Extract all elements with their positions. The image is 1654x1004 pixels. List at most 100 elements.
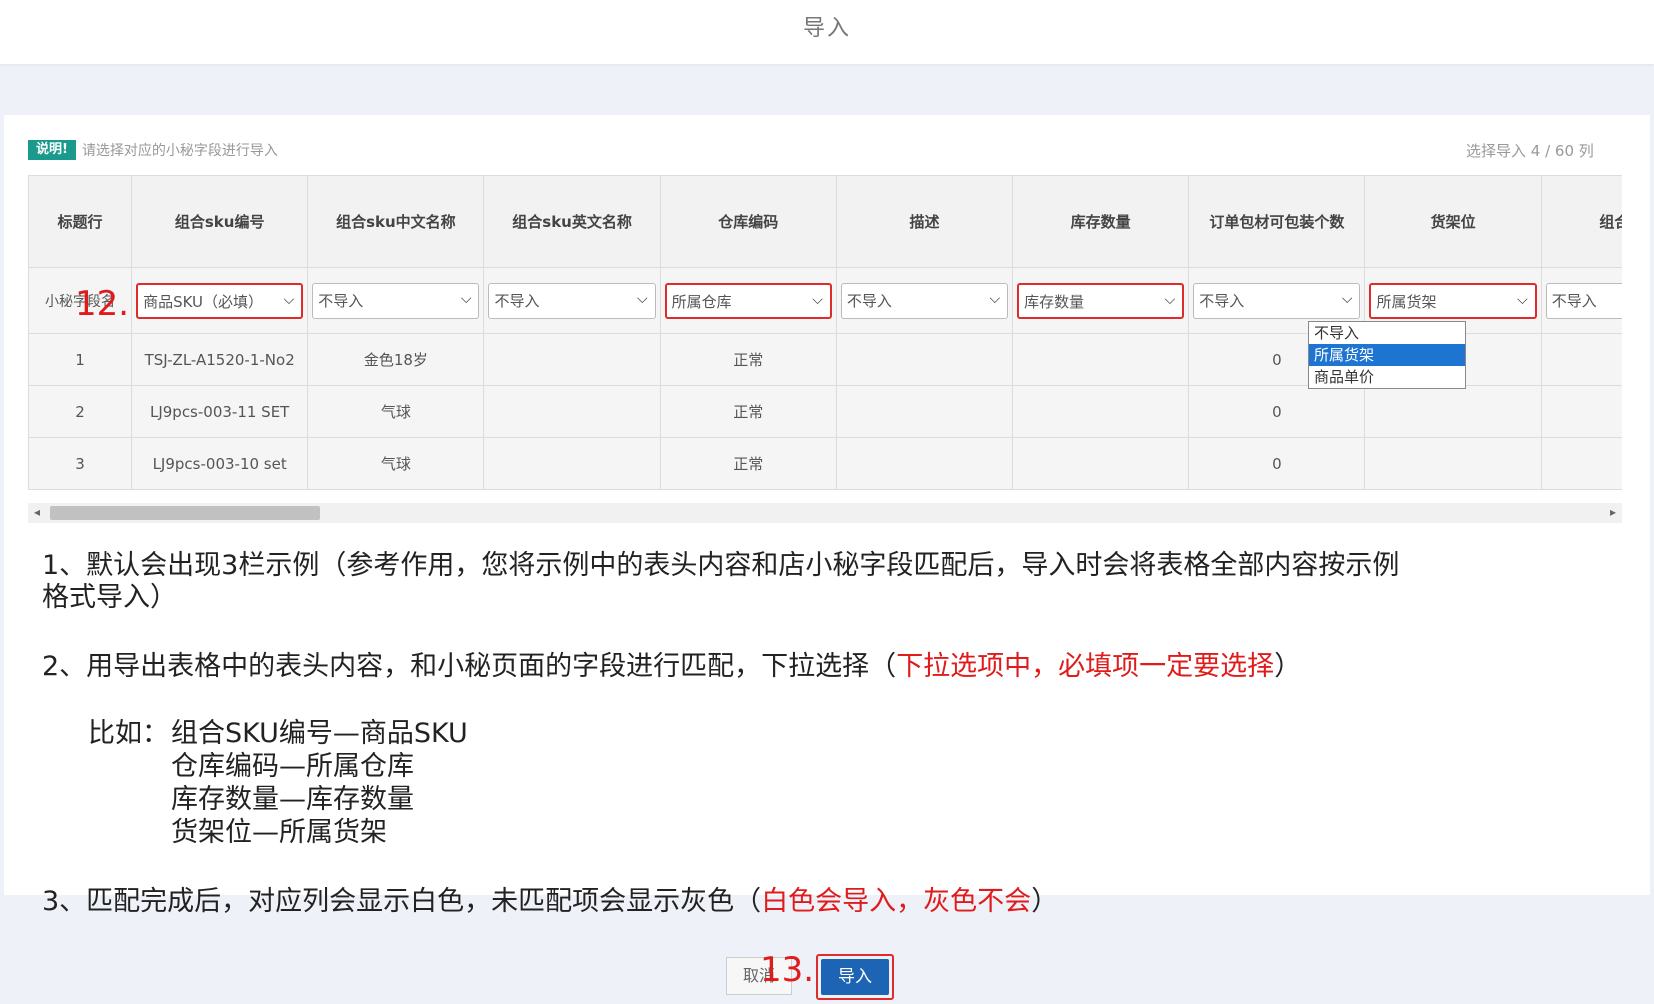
shelf-dropdown-menu: 不导入 所属货架 商品单价	[1308, 321, 1466, 389]
instruction-2-text: 2、用导出表格中的表头内容，和小秘页面的字段进行匹配，下拉选择（	[42, 651, 897, 682]
header-cell: 货架位	[1364, 175, 1542, 268]
table-cell	[835, 437, 1014, 490]
chevron-down-icon: ⌵	[1164, 291, 1176, 308]
chevron-down-icon: ⌵	[1517, 291, 1528, 308]
header-cell: 组合sku英文名称	[483, 175, 661, 268]
instruction-2: 2、用导出表格中的表头内容，和小秘页面的字段进行匹配，下拉选择（下拉选项中，必填…	[42, 651, 1301, 683]
table-cell: 0	[1188, 437, 1366, 490]
step-12-label: 12.	[75, 284, 130, 324]
header-cell: 组合成本	[1540, 175, 1622, 268]
table-row: 3 LJ9pcs-003-10 set 气球 正常 0 0	[28, 437, 1622, 490]
shelf-field-select[interactable]: 所属货架 ⌵	[1369, 282, 1537, 319]
stock-field-select[interactable]: 库存数量 ⌵	[1017, 282, 1185, 319]
table-cell	[483, 333, 661, 386]
warehouse-field-select[interactable]: 所属仓库 ⌵	[664, 282, 832, 319]
description-field-cell: 不导入 ⌵	[835, 267, 1014, 334]
instruction-3: 3、匹配完成后，对应列会显示白色，未匹配项会显示灰色（白色会导入，灰色不会）	[42, 886, 1058, 918]
chevron-down-icon: ⌵	[460, 290, 472, 307]
example-item: 仓库编码—所属仓库	[171, 751, 414, 782]
select-value: 不导入	[1199, 291, 1245, 310]
header-cell: 描述	[835, 175, 1014, 268]
example-item: 货架位—所属货架	[171, 817, 387, 848]
table-cell: 3	[28, 437, 133, 490]
dropdown-option-selected[interactable]: 所属货架	[1309, 344, 1465, 366]
import-button[interactable]: 导入	[821, 959, 889, 995]
select-value: 不导入	[494, 291, 540, 310]
horizontal-scrollbar[interactable]: ◂ ▸	[28, 503, 1622, 523]
table-cell: 气球	[307, 385, 485, 438]
example-item: 组合SKU编号—商品SKU	[171, 718, 468, 749]
cost-field-cell: 不导入⌵	[1540, 267, 1622, 334]
chevron-down-icon: ⌵	[283, 291, 295, 308]
table-cell: 气球	[307, 437, 485, 490]
instruction-2-end: ）	[1274, 651, 1302, 682]
notice-text: 请选择对应的小秘字段进行导入	[81, 143, 278, 159]
select-value: 不导入	[318, 291, 364, 310]
header-cell: 组合sku中文名称	[307, 175, 485, 268]
table-cell: 1	[28, 333, 133, 386]
select-value: 库存数量	[1024, 292, 1085, 311]
cn-name-field-select[interactable]: 不导入 ⌵	[312, 282, 480, 319]
chevron-down-icon: ⌵	[637, 290, 648, 307]
stock-field-cell: 库存数量 ⌵	[1012, 267, 1190, 334]
column-counter: 选择导入 4 / 60 列	[1466, 142, 1594, 160]
table-cell: LJ9pcs-003-10 set	[131, 437, 309, 490]
instruction-3-highlight: 白色会导入，灰色不会	[761, 886, 1032, 917]
en-name-field-cell: 不导入 ⌵	[483, 267, 661, 334]
table-row: 2 LJ9pcs-003-11 SET 气球 正常 0 0	[28, 385, 1622, 438]
scroll-thumb[interactable]	[50, 506, 320, 520]
table-cell: 正常	[659, 437, 837, 490]
chevron-down-icon: ⌵	[989, 290, 1001, 307]
table-cell: TSJ-ZL-A1520-1-No2	[131, 333, 309, 386]
table-cell	[1012, 385, 1190, 438]
table-cell	[483, 385, 661, 438]
dropdown-option[interactable]: 商品单价	[1309, 366, 1465, 388]
table-cell: 0	[1540, 437, 1622, 490]
scroll-right-icon[interactable]: ▸	[1610, 505, 1616, 519]
select-value: 不导入	[1551, 291, 1597, 310]
scroll-left-icon[interactable]: ◂	[34, 505, 40, 519]
table-cell	[483, 437, 661, 490]
cost-field-select[interactable]: 不导入⌵	[1545, 282, 1622, 319]
table-cell	[1364, 437, 1542, 490]
notice: 说明! 请选择对应的小秘字段进行导入	[28, 140, 278, 160]
chevron-down-icon: ⌵	[812, 291, 823, 308]
table-cell: 正常	[659, 385, 837, 438]
top-bar: 导入	[0, 0, 1654, 64]
table-cell: 金色18岁	[307, 333, 485, 386]
en-name-field-select[interactable]: 不导入 ⌵	[488, 282, 656, 319]
instruction-2-highlight: 下拉选项中，必填项一定要选择	[896, 651, 1275, 682]
header-cell: 标题行	[28, 175, 133, 268]
table-cell: LJ9pcs-003-11 SET	[131, 385, 309, 438]
table-cell: 0	[1540, 333, 1622, 386]
instruction-1a: 1、默认会出现3栏示例（参考作用，您将示例中的表头内容和店小秘字段匹配后，导入时…	[42, 550, 1400, 581]
table-cell: 0	[1188, 385, 1366, 438]
select-value: 商品SKU（必填）	[143, 292, 263, 311]
cn-name-field-cell: 不导入 ⌵	[307, 267, 485, 334]
example-item: 库存数量—库存数量	[171, 784, 414, 815]
import-button-highlight: 导入	[816, 954, 894, 1000]
step-13-label: 13.	[760, 950, 815, 990]
instruction-1b: 格式导入）	[42, 582, 177, 613]
table-cell: 0	[1540, 385, 1622, 438]
sku-field-cell: 商品SKU（必填） ⌵	[131, 267, 309, 334]
header-row: 标题行 组合sku编号 组合sku中文名称 组合sku英文名称 仓库编码 描述 …	[28, 175, 1622, 268]
table-cell	[1364, 385, 1542, 438]
description-field-select[interactable]: 不导入 ⌵	[840, 282, 1009, 319]
sku-field-select[interactable]: 商品SKU（必填） ⌵	[136, 282, 304, 319]
select-value: 所属货架	[1376, 292, 1437, 311]
select-value: 不导入	[846, 291, 892, 310]
table-cell	[1012, 333, 1190, 386]
table-cell	[835, 333, 1014, 386]
table-cell	[835, 385, 1014, 438]
example-prefix: 比如：	[88, 718, 169, 749]
table-cell: 正常	[659, 333, 837, 386]
instruction-3-end: ）	[1031, 886, 1059, 917]
dropdown-option[interactable]: 不导入	[1309, 322, 1465, 344]
warehouse-field-cell: 所属仓库 ⌵	[659, 267, 837, 334]
page-title: 导入	[802, 16, 851, 41]
table-cell: 2	[28, 385, 133, 438]
package-field-select[interactable]: 不导入 ⌵	[1193, 282, 1361, 319]
chevron-down-icon: ⌵	[1341, 290, 1353, 307]
instruction-3-text: 3、匹配完成后，对应列会显示白色，未匹配项会显示灰色（	[42, 886, 762, 917]
